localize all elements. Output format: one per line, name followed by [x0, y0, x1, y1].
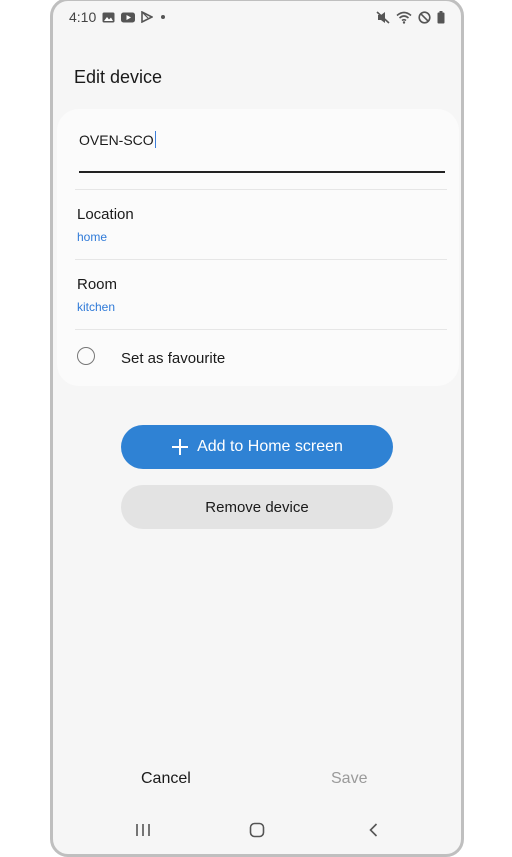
device-name-underline: [79, 171, 445, 173]
play-store-icon: [141, 11, 154, 23]
divider: [75, 329, 447, 330]
gallery-icon: [102, 12, 115, 22]
divider: [75, 259, 447, 260]
status-bar: 4:10: [53, 1, 461, 33]
favourite-radio[interactable]: [77, 347, 95, 365]
battery-icon: [437, 10, 445, 23]
home-icon[interactable]: [249, 822, 265, 838]
plus-icon: [172, 439, 189, 455]
page-title: Edit device: [74, 67, 163, 87]
navigation-bar: [53, 816, 461, 848]
location-title: Location: [77, 206, 134, 223]
text-cursor: [154, 131, 157, 148]
add-to-home-button[interactable]: Add to Home screen: [121, 425, 393, 469]
wifi-icon: [396, 11, 412, 24]
device-settings-card: OVEN-SCO Location home Room kitchen Set …: [57, 109, 459, 386]
cancel-button[interactable]: Cancel: [141, 770, 191, 788]
device-name-field[interactable]: OVEN-SCO: [79, 131, 445, 173]
recents-icon[interactable]: [135, 822, 151, 838]
save-button[interactable]: Save: [331, 770, 367, 788]
mute-icon: [376, 10, 390, 24]
add-to-home-label: Add to Home screen: [197, 438, 343, 455]
status-time: 4:10: [69, 9, 97, 25]
favourite-label: Set as favourite: [121, 350, 226, 367]
location-value: home: [77, 230, 108, 244]
phone-frame: 4:10 Edit device OVEN-SCO Location home …: [50, 0, 464, 857]
device-name-input[interactable]: OVEN-SCO: [79, 132, 154, 148]
youtube-icon: [121, 12, 136, 22]
status-right: [376, 10, 445, 24]
dnd-icon: [418, 10, 431, 24]
dot-icon: [161, 15, 166, 19]
back-icon[interactable]: [366, 822, 382, 838]
divider: [75, 189, 447, 190]
remove-device-label: Remove device: [205, 498, 309, 516]
status-left: 4:10: [69, 9, 167, 25]
room-value: kitchen: [77, 300, 116, 314]
room-title: Room: [77, 276, 118, 293]
remove-device-button[interactable]: Remove device: [121, 485, 393, 529]
